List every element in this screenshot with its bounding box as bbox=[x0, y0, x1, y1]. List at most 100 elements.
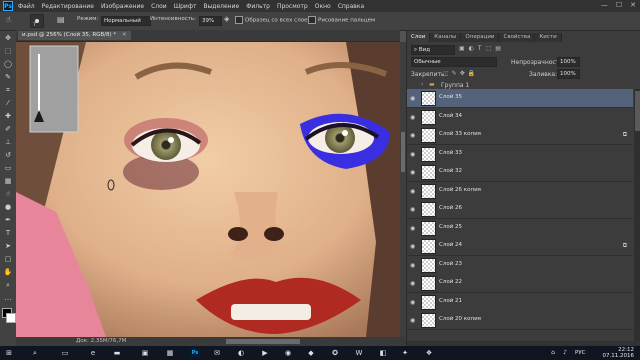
layer-row[interactable]: ◉ Слой 32 bbox=[407, 163, 633, 182]
layer-row[interactable]: ◉ Слой 25 bbox=[407, 218, 633, 238]
menu-edit[interactable]: Редактирование bbox=[42, 3, 94, 10]
layer-effects-icon[interactable]: ⧉ bbox=[623, 242, 627, 250]
visibility-eye-icon[interactable]: ◉ bbox=[410, 132, 415, 139]
mode-select[interactable]: Нормальный bbox=[101, 16, 151, 26]
horizontal-scroll-thumb[interactable] bbox=[226, 339, 300, 344]
zoom-tool-icon[interactable]: ⌕ bbox=[2, 280, 14, 291]
layer-effects-icon[interactable]: ⧉ bbox=[623, 131, 627, 139]
close-button[interactable]: ✕ bbox=[630, 1, 636, 9]
opacity-input[interactable]: 100% bbox=[557, 57, 580, 67]
mail-icon[interactable]: ✉ bbox=[212, 348, 222, 358]
media-icon[interactable]: ▶ bbox=[260, 348, 270, 358]
menu-window[interactable]: Окно bbox=[315, 3, 331, 10]
layer-row[interactable]: ◉ Слой 33 копия ⧉ bbox=[407, 126, 633, 145]
background-color[interactable] bbox=[6, 313, 16, 323]
visibility-eye-icon[interactable]: ◉ bbox=[410, 151, 415, 158]
healing-tool-icon[interactable]: ✚ bbox=[2, 111, 14, 122]
stamp-tool-icon[interactable]: ⊥ bbox=[2, 137, 14, 148]
group-row[interactable]: › ▬ Группа 1 bbox=[407, 81, 640, 89]
file-explorer-icon[interactable]: ▬ bbox=[112, 348, 122, 358]
blend-mode-select[interactable]: Обычные bbox=[411, 57, 497, 67]
kind-filter-select[interactable]: ⌕ Вид bbox=[411, 45, 455, 55]
brush-panel-icon[interactable]: ▤ bbox=[57, 15, 65, 24]
group-expand-icon[interactable]: › bbox=[421, 81, 423, 88]
document-tab[interactable]: и.psd @ 256% (Слой 35, RGB/8) * ✕ bbox=[18, 31, 131, 40]
smudge-tool-icon[interactable]: ☝ bbox=[6, 15, 11, 24]
scroll-thumb[interactable] bbox=[401, 132, 405, 172]
more-tools-icon[interactable]: … bbox=[2, 293, 14, 304]
chrome-icon[interactable]: ◉ bbox=[283, 348, 293, 358]
scroll-thumb[interactable] bbox=[635, 91, 640, 131]
layer-row[interactable]: ◉ Слой 21 bbox=[407, 292, 633, 312]
tab-properties[interactable]: Свойства bbox=[499, 33, 536, 42]
close-tab-icon[interactable]: ✕ bbox=[122, 32, 127, 38]
lock-icons[interactable]: ⬚✎✥🔒 bbox=[443, 70, 478, 77]
visibility-eye-icon[interactable]: ◉ bbox=[410, 262, 415, 269]
intensity-input[interactable]: 39% bbox=[199, 16, 222, 26]
type-tool-icon[interactable]: T bbox=[2, 228, 14, 239]
menu-layers[interactable]: Слои bbox=[151, 3, 167, 10]
layer-row[interactable]: ◉ Слой 24 ⧉ bbox=[407, 237, 633, 256]
filter-icons[interactable]: ▣◐T⬚▤ bbox=[459, 45, 505, 52]
visibility-eye-icon[interactable]: ◉ bbox=[410, 206, 415, 213]
taskbar-clock[interactable]: 22:12 07.11.2016 bbox=[603, 347, 635, 359]
dodge-tool-icon[interactable]: ● bbox=[2, 202, 14, 213]
menu-view[interactable]: Просмотр bbox=[277, 3, 308, 10]
quick-select-tool-icon[interactable]: ✎ bbox=[2, 72, 14, 83]
tab-layers[interactable]: Слои bbox=[407, 33, 431, 42]
app-icon[interactable]: ◆ bbox=[306, 348, 316, 358]
menu-image[interactable]: Изображение bbox=[101, 3, 144, 10]
fill-input[interactable]: 100% bbox=[557, 69, 580, 79]
volume-icon[interactable]: ♪ bbox=[560, 348, 570, 358]
eyedropper-tool-icon[interactable]: ⁄ bbox=[2, 98, 14, 109]
search-icon[interactable]: ⌕ bbox=[30, 348, 40, 358]
visibility-eye-icon[interactable]: ◉ bbox=[410, 95, 415, 102]
visibility-eye-icon[interactable]: ◉ bbox=[410, 243, 415, 250]
shape-tool-icon[interactable]: ▢ bbox=[2, 254, 14, 265]
eraser-tool-icon[interactable]: ▭ bbox=[2, 163, 14, 174]
maximize-button[interactable]: ☐ bbox=[616, 1, 622, 9]
store-icon[interactable]: ▣ bbox=[140, 348, 150, 358]
visibility-eye-icon[interactable]: ◉ bbox=[410, 114, 415, 121]
finger-painting-checkbox[interactable]: Рисование пальцем bbox=[308, 16, 375, 24]
brush-tool-icon[interactable]: ✐ bbox=[2, 124, 14, 135]
visibility-eye-icon[interactable]: ◉ bbox=[410, 225, 415, 232]
layer-row[interactable]: ◉ Слой 20 копия bbox=[407, 311, 633, 330]
menu-type[interactable]: Шрифт bbox=[174, 3, 197, 10]
visibility-eye-icon[interactable]: ◉ bbox=[410, 299, 415, 306]
layer-row[interactable]: ◉ Слой 35 bbox=[407, 89, 633, 108]
task-view-icon[interactable]: ▭ bbox=[60, 348, 70, 358]
language-indicator[interactable]: РУС bbox=[575, 350, 586, 356]
path-select-tool-icon[interactable]: ➤ bbox=[2, 241, 14, 252]
layers-scrollbar[interactable] bbox=[634, 89, 640, 341]
visibility-eye-icon[interactable]: ◉ bbox=[410, 280, 415, 287]
menu-help[interactable]: Справка bbox=[338, 3, 364, 10]
sample-all-layers-checkbox[interactable]: Образец со всех слоев bbox=[235, 16, 311, 24]
move-tool-icon[interactable]: ✥ bbox=[2, 33, 14, 44]
app-icon[interactable]: ◧ bbox=[378, 348, 388, 358]
visibility-eye-icon[interactable]: ◉ bbox=[410, 169, 415, 176]
layer-row[interactable]: ◉ Слой 26 bbox=[407, 200, 633, 219]
layer-row[interactable]: ◉ Слой 34 bbox=[407, 107, 633, 127]
menu-file[interactable]: Файл bbox=[18, 3, 35, 10]
tab-channels[interactable]: Каналы bbox=[430, 33, 462, 42]
menu-filter[interactable]: Фильтр bbox=[246, 3, 270, 10]
hand-tool-icon[interactable]: ✋ bbox=[2, 267, 14, 278]
smudge-tool-icon[interactable]: ☝ bbox=[2, 189, 14, 200]
app-icon[interactable]: ✪ bbox=[330, 348, 340, 358]
color-swatches[interactable] bbox=[0, 308, 16, 328]
windows-start-icon[interactable]: ⊞ bbox=[4, 348, 14, 358]
history-brush-icon[interactable]: ↺ bbox=[2, 150, 14, 161]
app-icon[interactable]: ❖ bbox=[424, 348, 434, 358]
layer-row[interactable]: ◉ Слой 23 bbox=[407, 255, 633, 275]
gradient-tool-icon[interactable]: ▦ bbox=[2, 176, 14, 187]
app-icon[interactable]: ✦ bbox=[400, 348, 410, 358]
crop-tool-icon[interactable]: ⌗ bbox=[2, 85, 14, 96]
menu-select[interactable]: Выделение bbox=[203, 3, 239, 10]
tab-actions[interactable]: Операции bbox=[461, 33, 500, 42]
network-icon[interactable]: ⌂ bbox=[548, 348, 558, 358]
visibility-eye-icon[interactable]: ◉ bbox=[410, 317, 415, 324]
layer-row[interactable]: ◉ Слой 26 копия bbox=[407, 181, 633, 201]
edge-icon[interactable]: e bbox=[88, 348, 98, 358]
photoshop-taskbar-icon[interactable]: Ps bbox=[190, 348, 200, 358]
